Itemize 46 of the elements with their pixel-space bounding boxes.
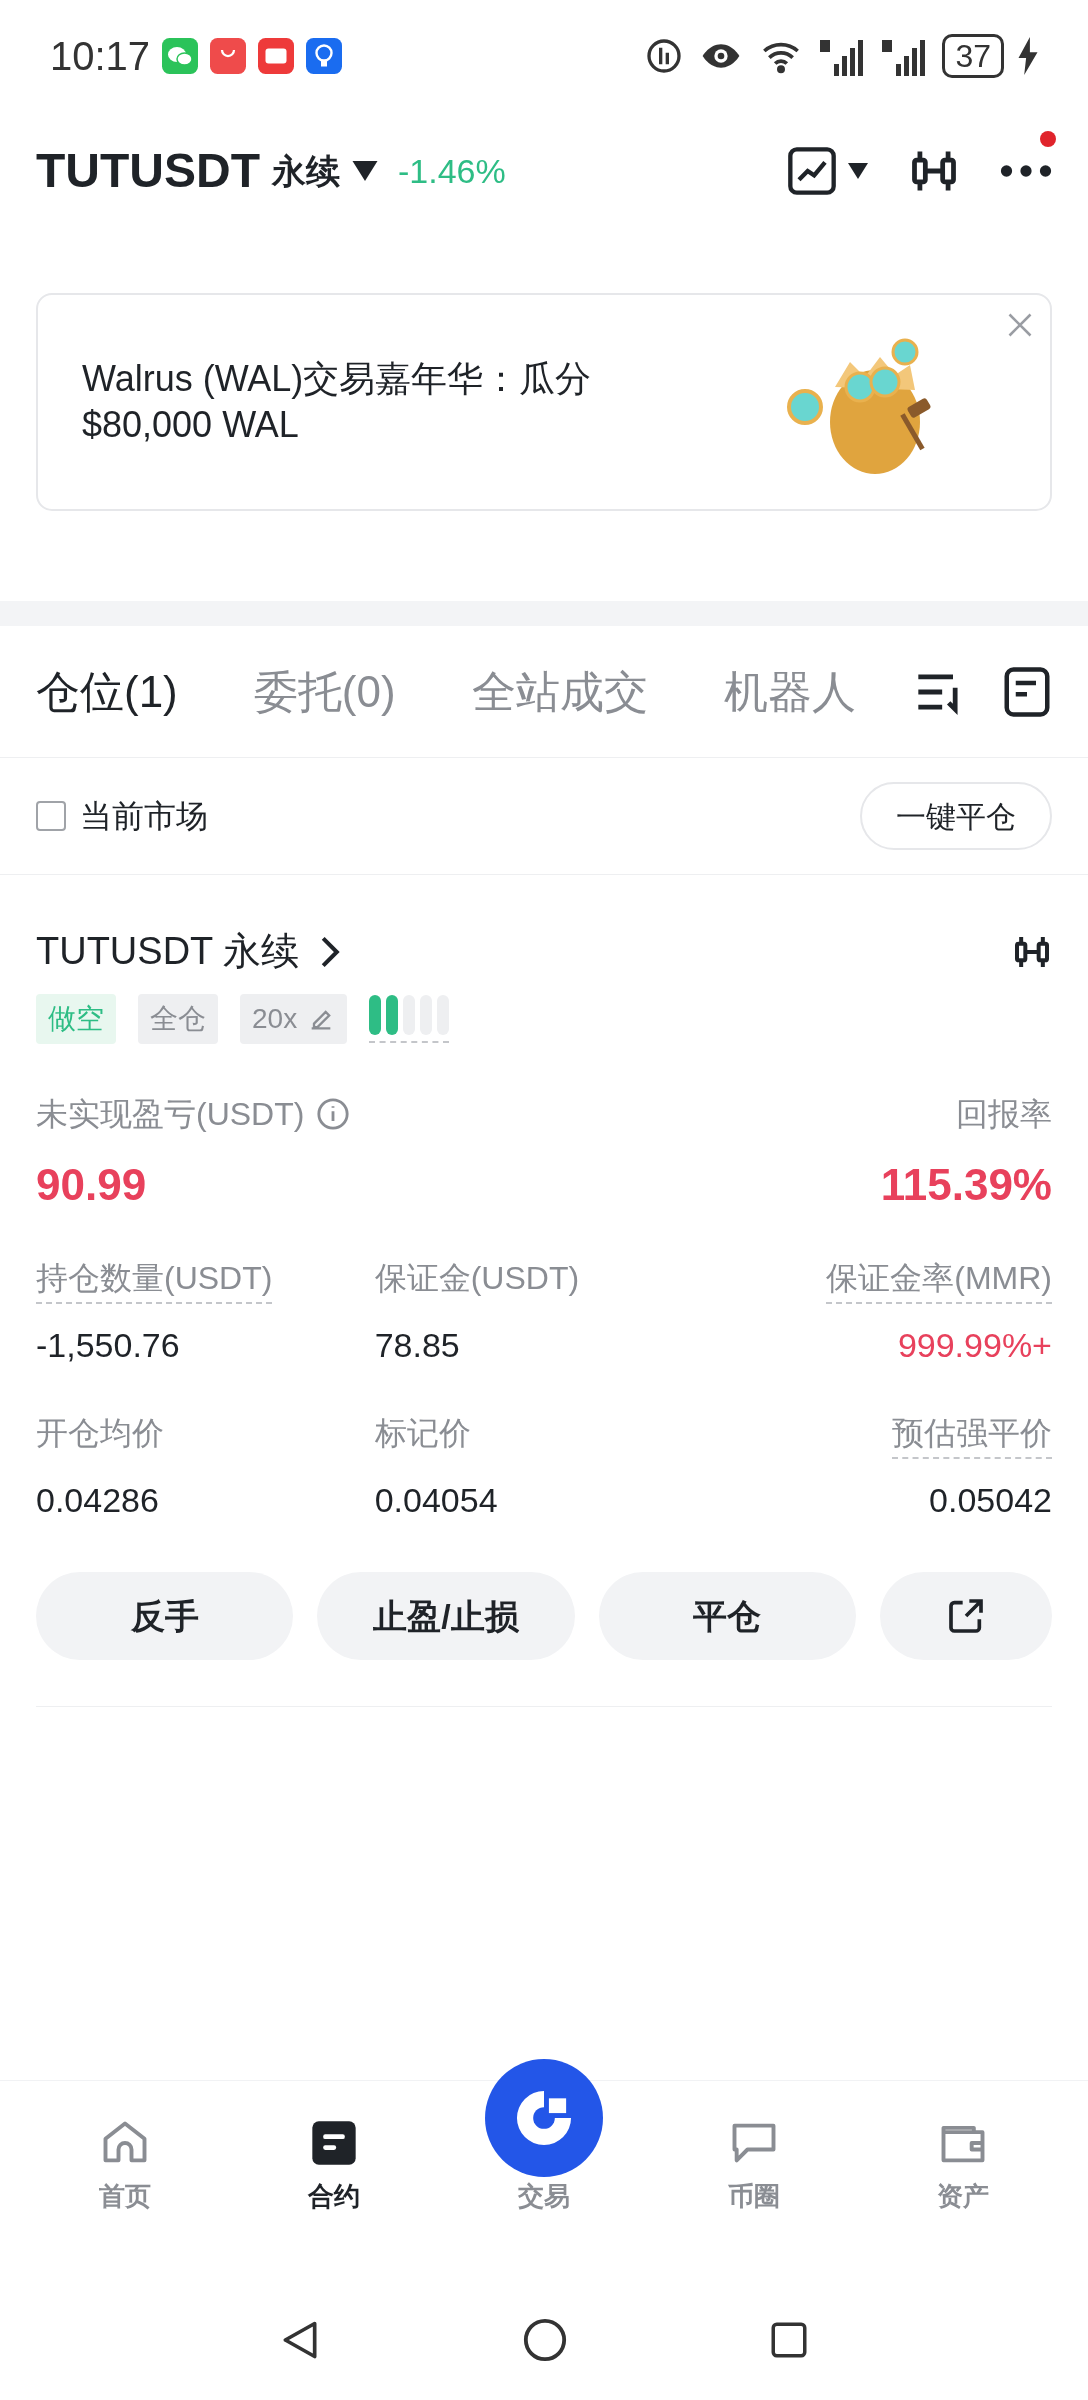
- book-app-icon: [258, 38, 295, 74]
- stat-value: 999.99%+: [897, 1325, 1052, 1366]
- symbol-title[interactable]: TUTUSDT: [36, 135, 260, 207]
- close-all-button[interactable]: 一键平仓: [860, 782, 1052, 850]
- dropdown-caret-icon[interactable]: [351, 161, 378, 181]
- margin-mode-tag: 全仓: [138, 994, 218, 1044]
- shop-app-icon: [210, 38, 247, 74]
- roe-label: 回报率: [956, 1095, 1052, 1134]
- stat-value: -1,550.76: [36, 1325, 180, 1366]
- logo-icon: [485, 2059, 603, 2177]
- dropdown-caret-icon[interactable]: [848, 163, 868, 179]
- checkbox-label[interactable]: 当前市场: [80, 792, 208, 840]
- price-change: -1.46%: [397, 150, 506, 192]
- contract-type[interactable]: 永续: [271, 145, 340, 197]
- stat-label: 保证金(USDT): [374, 1259, 580, 1298]
- stat-value: 78.85: [374, 1325, 460, 1366]
- chart-icon[interactable]: [786, 145, 838, 197]
- promo-banner[interactable]: Walrus (WAL)交易嘉年华：瓜分 $80,000 WAL: [36, 293, 1052, 511]
- charging-icon: [1018, 37, 1038, 75]
- checkbox[interactable]: [36, 801, 66, 831]
- action-button[interactable]: 止盈/止损: [317, 1572, 575, 1660]
- chat-app-icon: [162, 38, 199, 74]
- stat-label: 标记价: [374, 1414, 471, 1453]
- action-button[interactable]: 平仓: [598, 1572, 856, 1660]
- pnl-label: 未实现盈亏(USDT): [36, 1095, 305, 1134]
- stat-value: 0.04286: [36, 1480, 159, 1521]
- stat-value: 0.04054: [374, 1480, 498, 1521]
- stat-value: 0.05042: [929, 1480, 1052, 1521]
- document-icon[interactable]: [1002, 664, 1052, 719]
- share-icon: [946, 1596, 986, 1636]
- position-symbol[interactable]: TUTUSDT 永续: [36, 923, 300, 980]
- tab[interactable]: 仓位(1): [36, 658, 178, 725]
- stat-label: 开仓均价: [36, 1414, 164, 1453]
- battery-level: 37: [942, 34, 1004, 78]
- info-icon[interactable]: [316, 1097, 351, 1131]
- promo-text: Walrus (WAL)交易嘉年华：瓜分 $80,000 WAL: [82, 357, 592, 447]
- pnl-value: 90.99: [36, 1159, 147, 1211]
- action-button[interactable]: 反手: [36, 1572, 294, 1660]
- lightbulb-app-icon: [306, 38, 343, 74]
- nav-tab[interactable]: 合约: [254, 2117, 415, 2216]
- roe-value: 115.39%: [880, 1159, 1052, 1211]
- chevron-right-icon[interactable]: [319, 934, 342, 969]
- side-tag: 做空: [36, 994, 116, 1044]
- status-time: 10:17: [50, 33, 151, 80]
- home-button-icon[interactable]: [522, 2317, 568, 2363]
- close-icon[interactable]: [1006, 311, 1034, 339]
